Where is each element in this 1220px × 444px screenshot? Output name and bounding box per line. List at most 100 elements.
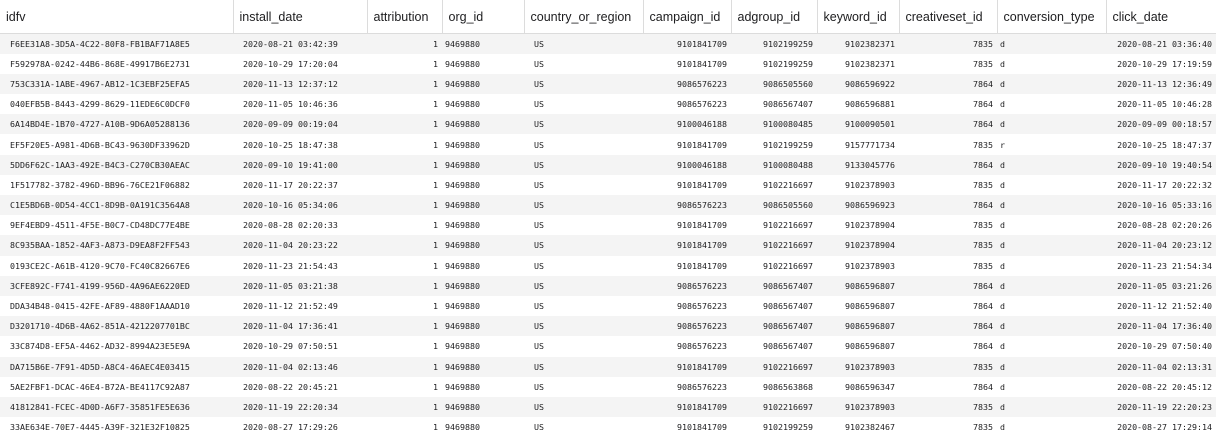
table-row[interactable]: 040EFB5B-8443-4299-8629-11EDE6C0DCF0 2020… bbox=[0, 94, 1216, 115]
cell-org-id[interactable]: 9469880 bbox=[442, 53, 524, 74]
cell-conversion-type[interactable]: d bbox=[997, 417, 1106, 438]
cell-click-date[interactable]: 2020-11-04 02:13:31 bbox=[1106, 356, 1216, 377]
cell-install-date[interactable]: 2020-08-21 03:42:39 bbox=[233, 33, 367, 54]
table-row[interactable]: 3CFE892C-F741-4199-956D-4A96AE6220ED 2020… bbox=[0, 275, 1216, 296]
cell-keyword-id[interactable]: 9102378903 bbox=[817, 174, 899, 195]
cell-campaign-id[interactable]: 9086576223 bbox=[643, 94, 731, 115]
cell-idfv[interactable]: 9EF4EBD9-4511-4F5E-B0C7-CD48DC77E4BE bbox=[0, 215, 233, 236]
cell-install-date[interactable]: 2020-11-05 03:21:38 bbox=[233, 275, 367, 296]
cell-click-date[interactable]: 2020-11-04 17:36:40 bbox=[1106, 316, 1216, 337]
cell-campaign-id[interactable]: 9101841709 bbox=[643, 356, 731, 377]
table-row[interactable]: 6A14BD4E-1B70-4727-A10B-9D6A05288136 2020… bbox=[0, 114, 1216, 135]
cell-install-date[interactable]: 2020-10-29 07:50:51 bbox=[233, 336, 367, 357]
column-header-adgroup-id[interactable]: adgroup_id bbox=[731, 0, 818, 34]
cell-click-date[interactable]: 2020-11-19 22:20:23 bbox=[1106, 396, 1216, 418]
cell-adgroup-id[interactable]: 9102199259 bbox=[731, 417, 817, 438]
cell-creativeset-id[interactable]: 7864 bbox=[899, 94, 997, 115]
cell-country-or-region[interactable]: US bbox=[524, 275, 643, 296]
table-row[interactable]: 8C935BAA-1852-4AF3-A873-D9EA8F2FF543 2020… bbox=[0, 235, 1216, 256]
cell-keyword-id[interactable]: 9102378904 bbox=[817, 235, 899, 256]
cell-idfv[interactable]: 5AE2FBF1-DCAC-46E4-B72A-BE4117C92A87 bbox=[0, 376, 233, 397]
cell-conversion-type[interactable]: d bbox=[997, 195, 1106, 216]
cell-idfv[interactable]: C1E5BD6B-0D54-4CC1-8D9B-0A191C3564A8 bbox=[0, 195, 233, 216]
cell-idfv[interactable]: EF5F20E5-A981-4D6B-BC43-9630DF33962D bbox=[0, 134, 233, 155]
column-header-conversion-type[interactable]: conversion_type bbox=[997, 0, 1107, 34]
cell-country-or-region[interactable]: US bbox=[524, 235, 643, 256]
cell-conversion-type[interactable]: d bbox=[997, 33, 1106, 54]
table-row[interactable]: DDA34B48-0415-42FE-AF89-4880F1AAAD10 2020… bbox=[0, 295, 1216, 317]
cell-attribution[interactable]: 1 bbox=[367, 33, 442, 54]
cell-org-id[interactable]: 9469880 bbox=[442, 417, 524, 438]
cell-country-or-region[interactable]: US bbox=[524, 255, 643, 276]
cell-org-id[interactable]: 9469880 bbox=[442, 275, 524, 296]
column-header-country-or-region[interactable]: country_or_region bbox=[524, 0, 644, 34]
cell-keyword-id[interactable]: 9133045776 bbox=[817, 154, 899, 175]
cell-keyword-id[interactable]: 9102378903 bbox=[817, 356, 899, 377]
table-row[interactable]: D3201710-4D6B-4A62-851A-4212207701BC 2020… bbox=[0, 316, 1216, 337]
cell-keyword-id[interactable]: 9100090501 bbox=[817, 114, 899, 135]
cell-click-date[interactable]: 2020-10-29 17:19:59 bbox=[1106, 53, 1216, 74]
cell-org-id[interactable]: 9469880 bbox=[442, 33, 524, 54]
cell-install-date[interactable]: 2020-11-13 12:37:12 bbox=[233, 73, 367, 95]
cell-country-or-region[interactable]: US bbox=[524, 73, 643, 95]
table-row[interactable]: 1F517782-3782-496D-BB96-76CE21F06882 2020… bbox=[0, 174, 1216, 195]
cell-attribution[interactable]: 1 bbox=[367, 134, 442, 155]
cell-country-or-region[interactable]: US bbox=[524, 114, 643, 135]
cell-install-date[interactable]: 2020-08-22 20:45:21 bbox=[233, 376, 367, 397]
column-header-attribution[interactable]: attribution bbox=[367, 0, 443, 34]
cell-idfv[interactable]: F592978A-0242-44B6-868E-49917B6E2731 bbox=[0, 53, 233, 74]
cell-creativeset-id[interactable]: 7835 bbox=[899, 417, 997, 438]
table-row[interactable]: 753C331A-1ABE-4967-AB12-1C3EBF25EFA5 2020… bbox=[0, 73, 1216, 95]
table-row[interactable]: 5AE2FBF1-DCAC-46E4-B72A-BE4117C92A87 2020… bbox=[0, 376, 1216, 397]
cell-org-id[interactable]: 9469880 bbox=[442, 195, 524, 216]
cell-keyword-id[interactable]: 9086596881 bbox=[817, 94, 899, 115]
cell-keyword-id[interactable]: 9102378904 bbox=[817, 215, 899, 236]
cell-install-date[interactable]: 2020-10-29 17:20:04 bbox=[233, 53, 367, 74]
cell-conversion-type[interactable]: r bbox=[997, 134, 1106, 155]
cell-adgroup-id[interactable]: 9086563868 bbox=[731, 376, 817, 397]
cell-creativeset-id[interactable]: 7835 bbox=[899, 396, 997, 418]
cell-install-date[interactable]: 2020-11-23 21:54:43 bbox=[233, 255, 367, 276]
cell-conversion-type[interactable]: d bbox=[997, 94, 1106, 115]
cell-adgroup-id[interactable]: 9086505560 bbox=[731, 195, 817, 216]
cell-idfv[interactable]: F6EE31A8-3D5A-4C22-80F8-FB1BAF71A8E5 bbox=[0, 33, 233, 54]
cell-campaign-id[interactable]: 9101841709 bbox=[643, 255, 731, 276]
cell-campaign-id[interactable]: 9101841709 bbox=[643, 215, 731, 236]
cell-keyword-id[interactable]: 9102382467 bbox=[817, 417, 899, 438]
cell-attribution[interactable]: 1 bbox=[367, 174, 442, 195]
cell-conversion-type[interactable]: d bbox=[997, 336, 1106, 357]
cell-creativeset-id[interactable]: 7864 bbox=[899, 114, 997, 135]
cell-creativeset-id[interactable]: 7835 bbox=[899, 255, 997, 276]
cell-adgroup-id[interactable]: 9086567407 bbox=[731, 275, 817, 296]
cell-keyword-id[interactable]: 9086596807 bbox=[817, 275, 899, 296]
cell-country-or-region[interactable]: US bbox=[524, 134, 643, 155]
cell-creativeset-id[interactable]: 7835 bbox=[899, 134, 997, 155]
cell-install-date[interactable]: 2020-11-05 10:46:36 bbox=[233, 94, 367, 115]
cell-creativeset-id[interactable]: 7864 bbox=[899, 336, 997, 357]
table-row[interactable]: 9EF4EBD9-4511-4F5E-B0C7-CD48DC77E4BE 2020… bbox=[0, 215, 1216, 236]
cell-country-or-region[interactable]: US bbox=[524, 94, 643, 115]
cell-org-id[interactable]: 9469880 bbox=[442, 94, 524, 115]
cell-idfv[interactable]: 33AE634E-70E7-4445-A39F-321E32F10825 bbox=[0, 417, 233, 438]
cell-campaign-id[interactable]: 9086576223 bbox=[643, 73, 731, 95]
cell-adgroup-id[interactable]: 9102216697 bbox=[731, 215, 817, 236]
cell-campaign-id[interactable]: 9100046188 bbox=[643, 114, 731, 135]
cell-creativeset-id[interactable]: 7864 bbox=[899, 295, 997, 317]
cell-install-date[interactable]: 2020-08-27 17:29:26 bbox=[233, 417, 367, 438]
cell-campaign-id[interactable]: 9086576223 bbox=[643, 195, 731, 216]
cell-keyword-id[interactable]: 9086596923 bbox=[817, 195, 899, 216]
cell-adgroup-id[interactable]: 9102199259 bbox=[731, 134, 817, 155]
cell-adgroup-id[interactable]: 9102216697 bbox=[731, 235, 817, 256]
cell-keyword-id[interactable]: 9102382371 bbox=[817, 53, 899, 74]
cell-click-date[interactable]: 2020-10-25 18:47:37 bbox=[1106, 134, 1216, 155]
cell-conversion-type[interactable]: d bbox=[997, 376, 1106, 397]
cell-idfv[interactable]: 33C874D8-EF5A-4462-AD32-8994A23E5E9A bbox=[0, 336, 233, 357]
cell-country-or-region[interactable]: US bbox=[524, 396, 643, 418]
cell-conversion-type[interactable]: d bbox=[997, 53, 1106, 74]
cell-adgroup-id[interactable]: 9086567407 bbox=[731, 94, 817, 115]
cell-creativeset-id[interactable]: 7835 bbox=[899, 215, 997, 236]
table-row[interactable]: 33C874D8-EF5A-4462-AD32-8994A23E5E9A 2020… bbox=[0, 336, 1216, 357]
cell-click-date[interactable]: 2020-08-28 02:20:26 bbox=[1106, 215, 1216, 236]
cell-idfv[interactable]: DA715B6E-7F91-4D5D-A8C4-46AEC4E03415 bbox=[0, 356, 233, 377]
cell-conversion-type[interactable]: d bbox=[997, 316, 1106, 337]
